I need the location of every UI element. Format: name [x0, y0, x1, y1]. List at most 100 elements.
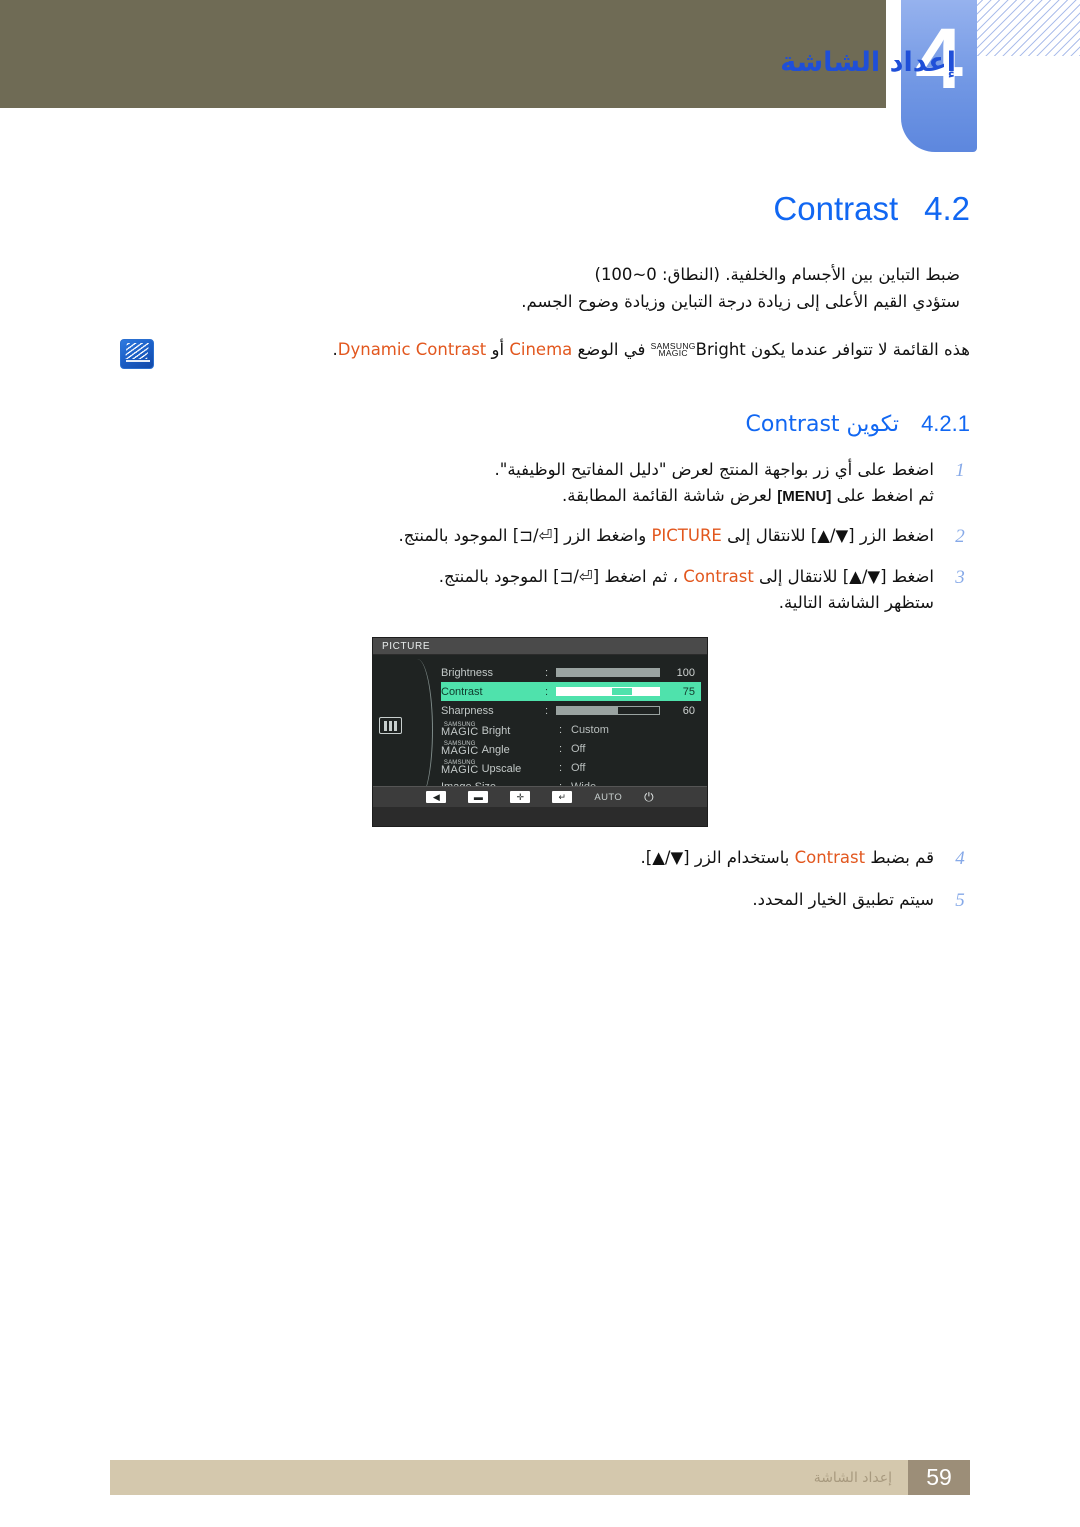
enter-key: [⊐/⏎]	[553, 567, 600, 587]
osd-colon: :	[544, 685, 549, 698]
auto-label[interactable]: AUTO	[594, 792, 622, 803]
osd-value: Off	[571, 761, 586, 774]
step-number: 5	[955, 889, 965, 911]
chapter-title: إعداد الشاشة	[780, 47, 956, 78]
enter-icon[interactable]: ↵	[552, 791, 573, 804]
step1-line2: ثم اضغط على [MENU] لعرض شاشة القائمة الم…	[122, 483, 934, 509]
osd-row-sharpness[interactable]: Sharpness : 60	[441, 701, 701, 720]
plus-icon[interactable]: ✛	[510, 791, 531, 804]
osd-label: Brightness	[441, 666, 493, 679]
power-icon[interactable]: ⏻	[644, 790, 654, 805]
step-number: 4	[955, 848, 965, 870]
enter-key: [⊐/⏎]	[512, 525, 559, 545]
header-hatch-pattern	[976, 0, 1080, 56]
osd-label: Sharpness	[441, 704, 494, 717]
note-pencil-icon	[120, 339, 154, 370]
step2-mid2: واضغط الزر	[564, 525, 647, 545]
note-highlight-dynamic-contrast: Dynamic Contrast	[337, 340, 487, 360]
subsection-title-ar: تكوين	[846, 412, 900, 438]
step3-line1: اضغط [▲/▼] للانتقال إلى Contrast ، ثم اض…	[122, 564, 934, 590]
step3-mid2: ، ثم اضغط	[604, 567, 679, 587]
step1-line2-post: لعرض شاشة القائمة المطابقة.	[561, 486, 772, 505]
note-block: هذه القائمة لا تتوافر عندما يكون SAMSUNG…	[110, 337, 970, 370]
osd-value: Off	[571, 742, 586, 755]
footer-chapter-text: إعداد الشاشة	[813, 1469, 892, 1486]
step1-line1: اضغط على أي زر بواجهة المنتج لعرض "دليل …	[494, 460, 934, 480]
subsection-title: تكوين Contrast	[746, 412, 900, 437]
osd-screenshot-wrap: PICTURE Brightness : 100 Contrast: 75 S…	[110, 637, 970, 828]
osd-header: PICTURE	[373, 638, 707, 656]
osd-slider[interactable]	[555, 706, 660, 716]
note-highlight-cinema: Cinema	[509, 340, 573, 360]
updown-key: [▲/▼]	[810, 525, 855, 545]
back-icon[interactable]: ◀	[426, 791, 447, 804]
osd-colon: :	[559, 761, 563, 774]
section-number: 4.2	[924, 190, 970, 227]
picture-bars-icon	[379, 717, 402, 735]
step4-highlight-contrast: Contrast	[794, 848, 866, 868]
osd-arc-decoration	[407, 659, 433, 802]
description-line-2: ستؤدي القيم الأعلى إلى زيادة درجة التباي…	[521, 291, 960, 311]
step3-highlight-contrast: Contrast	[683, 567, 754, 587]
step2-post: الموجود بالمنتج.	[398, 525, 508, 545]
osd-slider[interactable]	[555, 687, 660, 697]
step2-mid: للانتقال إلى	[727, 525, 806, 545]
magic-bottom: MAGIC	[441, 744, 479, 757]
osd-label: Bright	[481, 724, 511, 737]
osd-row-magic-bright[interactable]: SAMSUNG MAGIC Bright : Custom	[441, 720, 701, 739]
subsection-title-en: Contrast	[745, 412, 840, 438]
minus-icon[interactable]: ▬	[468, 791, 489, 804]
page-content: 4.2 Contrast ضبط التباين بين الأجسام وال…	[110, 190, 970, 928]
note-text: هذه القائمة لا تتوافر عندما يكون SAMSUNG…	[168, 337, 970, 363]
subsection-number: 4.2.1	[921, 411, 970, 437]
step3-pre: اضغط	[891, 567, 934, 587]
osd-label: Contrast	[441, 685, 483, 698]
note-text-mid: في الوضع	[577, 340, 646, 360]
osd-label: Angle	[481, 743, 510, 756]
step-text: اضغط [▲/▼] للانتقال إلى Contrast ، ثم اض…	[122, 564, 934, 615]
manual-page: 4 إعداد الشاشة 4.2 Contrast ضبط التباين …	[0, 0, 1080, 1527]
step2-highlight-picture: PICTURE	[651, 525, 722, 545]
step3-mid: للانتقال إلى	[759, 567, 838, 587]
osd-footer-toolbar: ◀ ▬ ✛ ↵ AUTO ⏻	[373, 786, 707, 808]
note-text-or: أو	[491, 340, 505, 360]
subsection-heading: 4.2.1 تكوين Contrast	[110, 411, 970, 437]
osd-value: 60	[682, 704, 695, 717]
osd-slider[interactable]	[555, 668, 660, 678]
page-footer: 59 إعداد الشاشة	[110, 1460, 970, 1495]
osd-row-list: Brightness : 100 Contrast : 75 Sharpness…	[441, 663, 701, 796]
magic-bottom: MAGIC	[658, 347, 688, 358]
step-number: 2	[955, 525, 965, 547]
step2-pre: اضغط الزر	[859, 525, 934, 545]
section-title: Contrast	[773, 190, 899, 227]
steps-list-top: 1 اضغط على أي زر بواجهة المنتج لعرض "دلي…	[110, 457, 970, 615]
magic-bottom: MAGIC	[441, 763, 479, 776]
step4-pre: قم بضبط	[870, 848, 934, 868]
step-text: اضغط على أي زر بواجهة المنتج لعرض "دليل …	[122, 457, 934, 508]
osd-colon: :	[559, 742, 563, 755]
step-number: 3	[955, 567, 965, 589]
osd-colon: :	[559, 723, 563, 736]
osd-value: 100	[676, 666, 695, 679]
page-number-badge: 59	[908, 1460, 970, 1495]
step1-line2-pre: ثم اضغط على	[836, 486, 934, 505]
step-item: 5 سيتم تطبيق الخيار المحدد.	[122, 887, 970, 915]
magic-bottom: MAGIC	[441, 725, 479, 738]
step-item: 1 اضغط على أي زر بواجهة المنتج لعرض "دلي…	[122, 457, 970, 508]
steps-list-bottom: 4 قم بضبط Contrast باستخدام الزر [▲/▼]. …	[110, 845, 970, 914]
osd-row-contrast[interactable]: Contrast : 75	[441, 682, 701, 702]
description-line-1: ضبط التباين بين الأجسام والخلفية. (النطا…	[594, 265, 961, 284]
osd-value: 75	[682, 685, 695, 698]
osd-colon: :	[544, 704, 549, 717]
menu-key: [MENU]	[777, 488, 832, 505]
magic-angle-label: SAMSUNG MAGIC Angle	[441, 741, 559, 757]
header-bar	[0, 0, 886, 108]
step-text: سيتم تطبيق الخيار المحدد.	[752, 889, 934, 909]
osd-row-brightness[interactable]: Brightness : 100	[441, 663, 701, 682]
section-heading: 4.2 Contrast	[110, 190, 970, 228]
magic-word: Bright	[695, 340, 746, 360]
osd-row-magic-angle[interactable]: SAMSUNG MAGIC Angle : Off	[441, 739, 701, 758]
step4-mid: باستخدام الزر	[694, 848, 790, 868]
osd-row-magic-upscale[interactable]: SAMSUNG MAGIC Upscale : Off	[441, 758, 701, 777]
step-item: 4 قم بضبط Contrast باستخدام الزر [▲/▼].	[122, 845, 970, 873]
